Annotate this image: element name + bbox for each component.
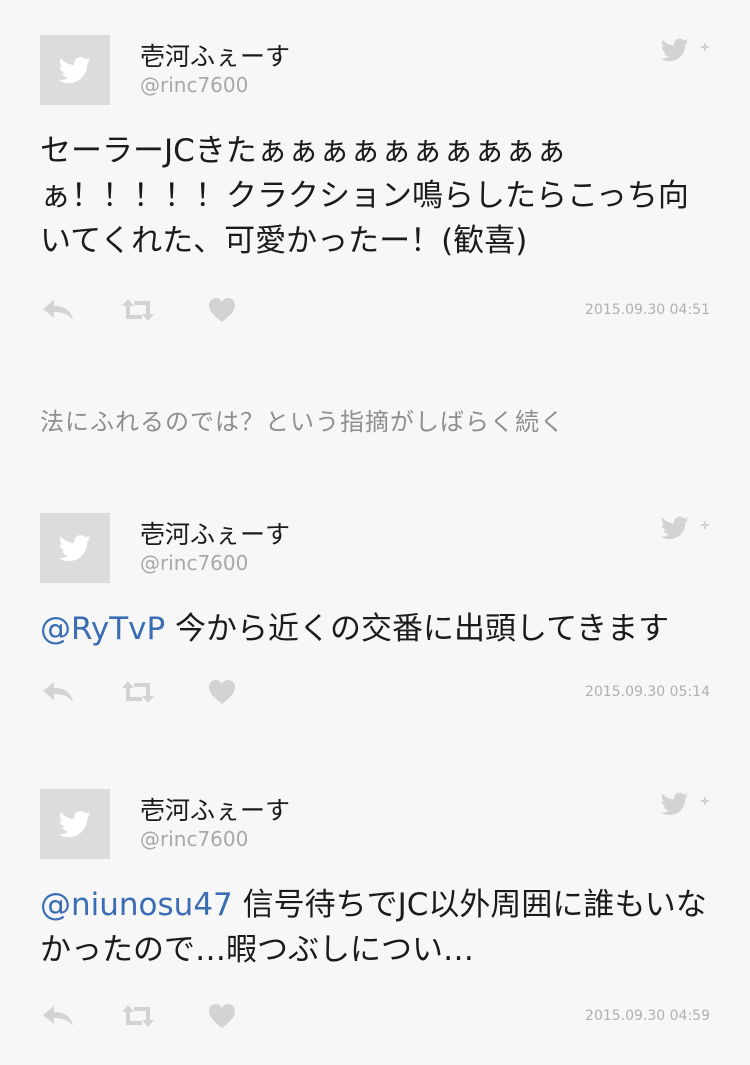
heart-icon[interactable] [204,296,240,324]
retweet-icon[interactable] [120,1002,156,1030]
mention-link[interactable]: @RyTvP [40,611,165,647]
retweet-icon[interactable] [120,296,156,324]
display-name[interactable]: 壱河ふぇーす [140,791,290,827]
heart-icon[interactable] [204,678,240,706]
twitter-egg-avatar-icon [59,811,91,838]
narration-text: 法にふれるのでは？という指摘がしばらく続く [40,408,565,436]
avatar[interactable] [40,513,110,583]
tweet-actions: 2015.09.30 05:14 [40,678,710,708]
user-handle[interactable]: @rinc7600 [140,551,248,575]
reply-icon[interactable] [40,296,76,324]
tweet-text: @RyTvP 今から近くの交番に出頭してきます [40,607,710,652]
tweet-actions: 2015.09.30 04:59 [40,1002,710,1032]
twitter-egg-avatar-icon [59,535,91,562]
avatar[interactable] [40,789,110,859]
heart-icon[interactable] [204,1002,240,1030]
tweet-text-content: 今から近くの交番に出頭してきます [165,611,670,647]
tweet-text: @niunosu47 信号待ちでJC以外周囲に誰もいなかったので…暇つぶしについ… [40,883,710,973]
twitter-egg-avatar-icon [59,57,91,84]
twitter-bird-plus-icon[interactable] [661,513,709,539]
retweet-icon[interactable] [120,678,156,706]
twitter-bird-plus-icon[interactable] [661,35,709,61]
display-name[interactable]: 壱河ふぇーす [140,37,290,73]
tweet-timestamp[interactable]: 2015.09.30 05:14 [585,684,710,700]
mention-link[interactable]: @niunosu47 [40,887,233,923]
twitter-bird-plus-icon[interactable] [661,789,709,815]
tweet-timestamp[interactable]: 2015.09.30 04:59 [585,1008,710,1024]
reply-icon[interactable] [40,1002,76,1030]
avatar[interactable] [40,35,110,105]
tweet-timestamp[interactable]: 2015.09.30 04:51 [585,302,710,318]
tweet-thread-page: 壱河ふぇーす @rinc7600 セーラーJCきたぁぁぁぁぁぁぁぁぁぁぁ！！！！… [0,0,750,1065]
reply-icon[interactable] [40,678,76,706]
tweet-text: セーラーJCきたぁぁぁぁぁぁぁぁぁぁぁ！！！！！クラクション鳴らしたらこっち向い… [40,133,689,259]
user-handle[interactable]: @rinc7600 [140,73,248,97]
user-handle[interactable]: @rinc7600 [140,827,248,851]
display-name[interactable]: 壱河ふぇーす [140,515,290,551]
tweet-actions: 2015.09.30 04:51 [40,296,710,326]
